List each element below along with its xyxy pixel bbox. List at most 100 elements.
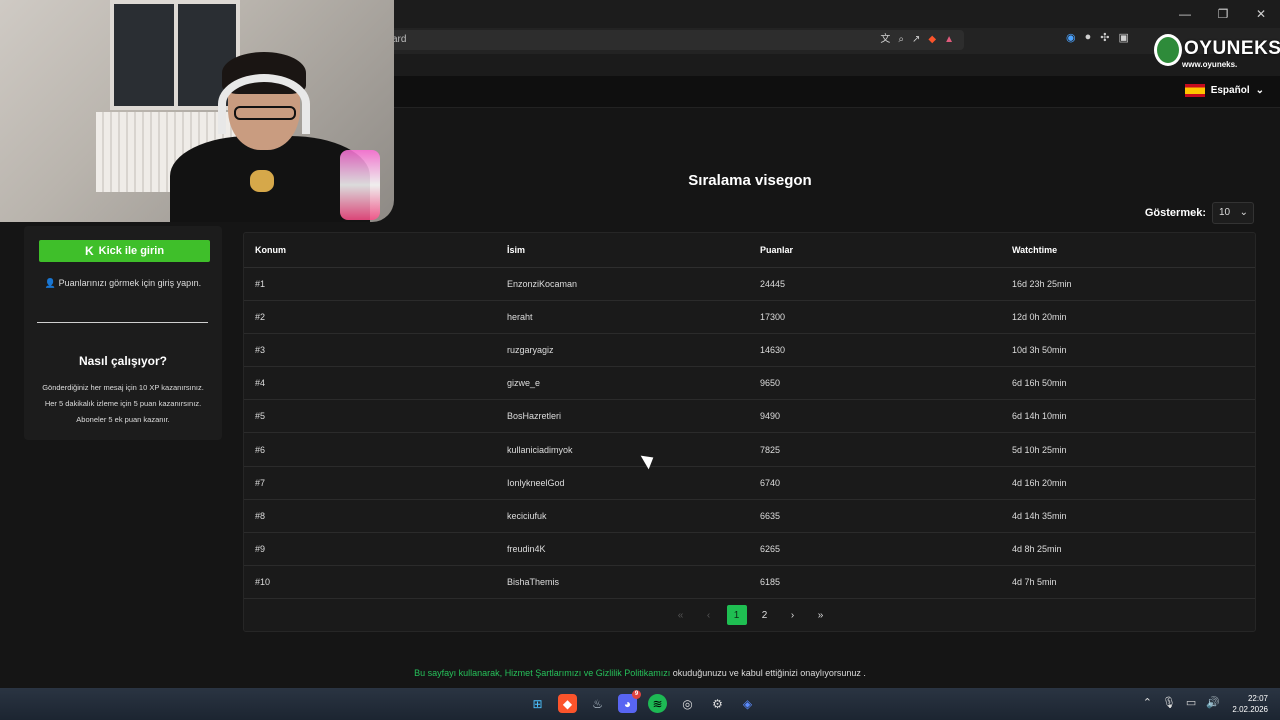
restore-icon[interactable]: ❐	[1204, 0, 1242, 28]
audio-icon[interactable]: ◉	[1066, 31, 1076, 44]
language-selector[interactable]: Español ⌄	[1184, 84, 1264, 97]
spain-flag-icon	[1184, 84, 1205, 97]
name-cell: BishaThemis	[496, 565, 749, 600]
page-2-button[interactable]: 2	[755, 605, 775, 625]
share-icon[interactable]: ↗	[912, 30, 920, 50]
discord-badge: 9	[632, 690, 641, 699]
brave-rewards-icon[interactable]: ▲	[944, 30, 954, 50]
taskbar-clock[interactable]: 22:07 2.02.2026	[1232, 693, 1268, 715]
clock-time: 22:07	[1247, 694, 1268, 703]
prev-page-button[interactable]: ‹	[699, 605, 719, 625]
rank-cell: #5	[244, 399, 496, 434]
sidebar-icon[interactable]: ▣	[1118, 31, 1128, 44]
microphone-icon[interactable]: 🎙	[1162, 696, 1176, 709]
chevron-down-icon: ⌄	[1255, 85, 1264, 96]
settings-gear-icon[interactable]: ⚙	[708, 694, 727, 713]
watchtime-cell: 10d 3h 50min	[1001, 333, 1255, 368]
table-row: #5 BosHazretleri 9490 6d 14h 10min	[244, 399, 1255, 434]
name-cell: keciciufuk	[496, 499, 749, 534]
name-cell: kullaniciadimyok	[496, 432, 749, 467]
rank-cell: #6	[244, 432, 496, 467]
close-icon[interactable]: ✕	[1242, 0, 1280, 28]
how-it-works-text: Gönderdiğiniz her mesaj için 10 XP kazan…	[24, 380, 222, 428]
kick-login-button[interactable]: K Kick ile girin	[39, 240, 210, 262]
window-controls: — ❐ ✕	[1166, 0, 1280, 28]
watchtime-cell: 5d 10h 25min	[1001, 432, 1255, 467]
column-header-points: Puanlar	[749, 233, 1001, 268]
webcam-glasses	[234, 106, 296, 120]
name-cell: gizwe_e	[496, 366, 749, 401]
address-bar[interactable]: ard 文 ⌕ ↗ ◆ ▲	[360, 30, 964, 50]
app-diamond-icon[interactable]: ◈	[738, 694, 757, 713]
discord-icon[interactable]: ◕ 9	[618, 690, 641, 713]
last-page-button[interactable]: »	[811, 605, 831, 625]
windows-start-icon[interactable]: ⊞	[528, 694, 547, 713]
next-page-button[interactable]: ›	[783, 605, 803, 625]
name-cell: ruzgaryagiz	[496, 333, 749, 368]
page-size-control: Göstermek: 10 ⌄	[1145, 202, 1254, 224]
points-cell: 6740	[749, 466, 1001, 500]
table-row: #8 keciciufuk 6635 4d 14h 35min	[244, 499, 1255, 534]
how-line: Gönderdiğiniz her mesaj için 10 XP kazan…	[42, 383, 204, 392]
points-cell: 24445	[749, 267, 1001, 301]
column-header-rank: Konum	[244, 233, 496, 268]
windows-taskbar: ⊞ ◆ ♨ ◕ 9 ≋ ◎ ⚙ ◈ ⌃ 🎙 ▭ 🔊 22:07 2.02.2026	[0, 688, 1280, 720]
oyuneks-logo-icon	[1154, 34, 1182, 66]
watermark-url: www.oyuneks.	[1182, 60, 1238, 69]
table-header-row: Konum İsim Puanlar Watchtime	[244, 233, 1255, 268]
terms-privacy-link[interactable]: Hizmet Şartlarımızı ve Gizlilik Politika…	[505, 668, 671, 678]
brave-shield-icon[interactable]: ◆	[928, 30, 936, 50]
points-cell: 14630	[749, 333, 1001, 368]
rank-cell: #4	[244, 366, 496, 401]
watchtime-cell: 16d 23h 25min	[1001, 267, 1255, 301]
webcam-shirt-logo	[250, 170, 274, 192]
points-cell: 9650	[749, 366, 1001, 401]
translate-icon[interactable]: 文	[880, 30, 890, 50]
clock-date: 2.02.2026	[1232, 705, 1268, 714]
table-row: #1 EnzonziKocaman 24445 16d 23h 25min	[244, 267, 1255, 301]
volume-icon[interactable]: 🔊	[1206, 696, 1220, 709]
watchtime-cell: 4d 16h 20min	[1001, 466, 1255, 500]
webcam-headphones	[218, 74, 310, 134]
display-icon[interactable]: ▭	[1186, 696, 1196, 709]
url-text: ard	[392, 34, 407, 45]
watchtime-cell: 4d 14h 35min	[1001, 499, 1255, 534]
watchtime-cell: 4d 8h 25min	[1001, 532, 1255, 567]
watchtime-cell: 4d 7h 5min	[1001, 565, 1255, 600]
extension-icons: ◉ ● ✣ ▣	[1066, 31, 1129, 44]
webcam-rgb-light	[340, 150, 380, 220]
pagination: « ‹ 1 2 › »	[244, 605, 1257, 625]
page-size-select[interactable]: 10 ⌄	[1212, 202, 1254, 224]
table-row: #10 BishaThemis 6185 4d 7h 5min	[244, 565, 1255, 600]
obs-icon[interactable]: ◎	[678, 694, 697, 713]
puzzle-icon[interactable]: ✣	[1100, 31, 1109, 44]
rank-cell: #7	[244, 466, 496, 500]
extension-dot-icon[interactable]: ●	[1085, 31, 1092, 44]
name-cell: freudin4K	[496, 532, 749, 567]
table-row: #7 IonlykneelGod 6740 4d 16h 20min	[244, 466, 1255, 500]
table-row: #2 heraht 17300 12d 0h 20min	[244, 300, 1255, 334]
points-cell: 6265	[749, 532, 1001, 567]
points-cell: 9490	[749, 399, 1001, 434]
chevron-up-icon[interactable]: ⌃	[1143, 696, 1152, 709]
login-panel: K Kick ile girin 👤 Puanlarınızı görmek i…	[24, 226, 222, 440]
table-row: #9 freudin4K 6265 4d 8h 25min	[244, 532, 1255, 567]
spotify-icon[interactable]: ≋	[648, 694, 667, 713]
how-it-works-title: Nasıl çalışıyor?	[78, 354, 168, 368]
page-1-button[interactable]: 1	[726, 605, 747, 625]
rank-cell: #9	[244, 532, 496, 567]
column-header-name: İsim	[496, 233, 749, 268]
rank-cell: #3	[244, 333, 496, 368]
name-cell: heraht	[496, 300, 749, 334]
footer-prefix-link[interactable]: Bu sayfayı kullanarak,	[414, 668, 505, 678]
minimize-icon[interactable]: —	[1166, 0, 1204, 28]
points-cell: 6185	[749, 565, 1001, 600]
first-page-button[interactable]: «	[671, 605, 691, 625]
points-cell: 7825	[749, 432, 1001, 467]
brave-browser-icon[interactable]: ◆	[558, 694, 577, 713]
zoom-icon[interactable]: ⌕	[898, 30, 904, 50]
rank-cell: #2	[244, 300, 496, 334]
steam-icon[interactable]: ♨	[588, 694, 607, 713]
watermark-brand: OYUNEKS	[1184, 38, 1280, 59]
chevron-down-icon: ⌄	[1239, 207, 1248, 218]
